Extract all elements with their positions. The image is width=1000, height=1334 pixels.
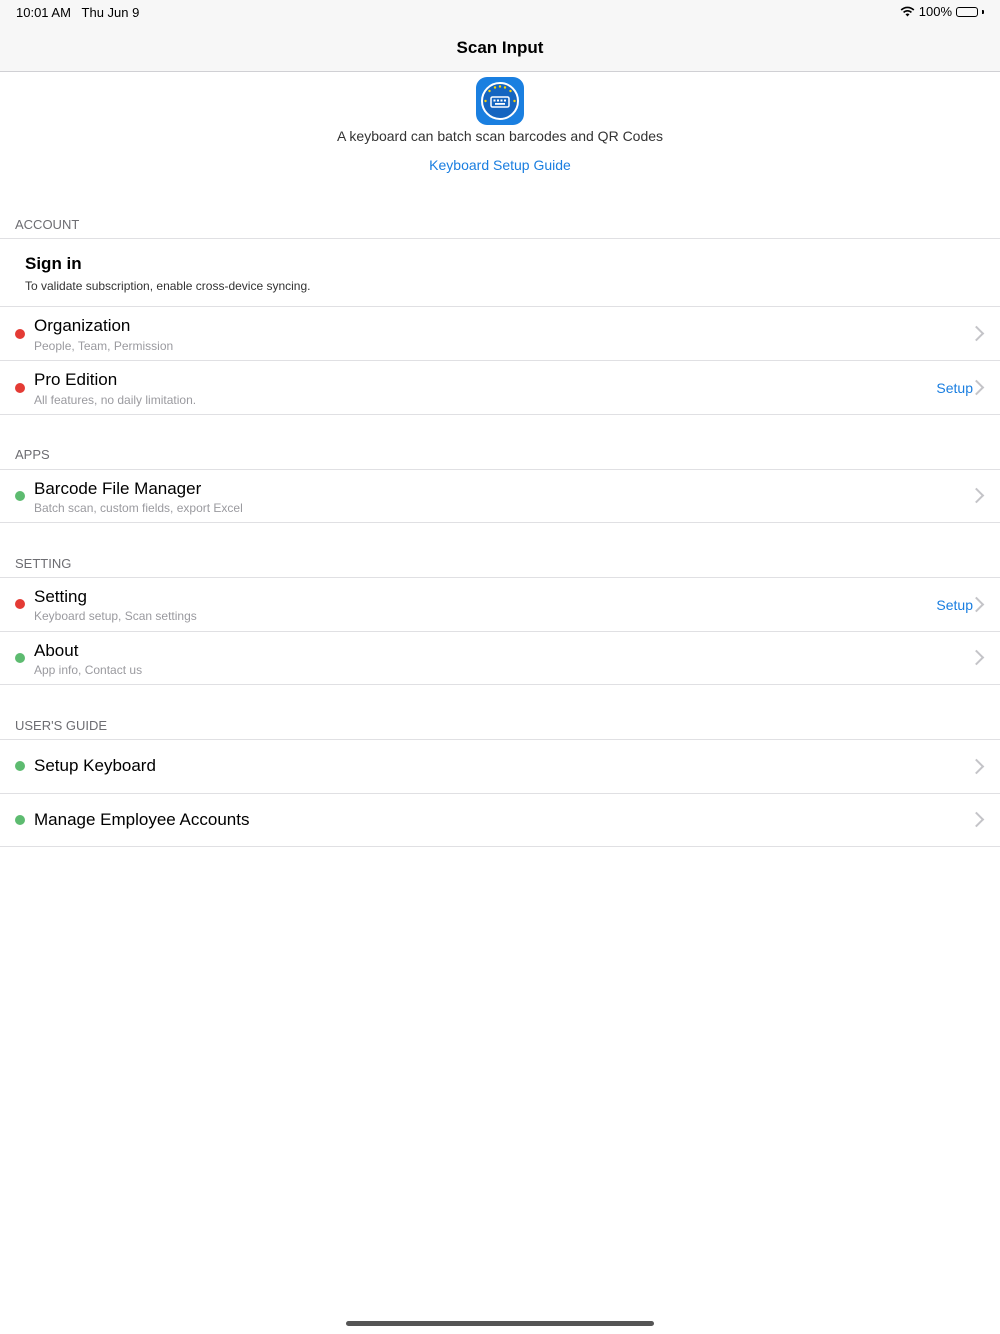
keyboard-setup-guide-link[interactable]: Keyboard Setup Guide <box>0 157 1000 173</box>
row-title: Pro Edition <box>34 370 118 389</box>
wifi-icon <box>900 6 915 17</box>
status-dot-green <box>15 815 25 825</box>
battery-percent: 100% <box>918 4 952 19</box>
battery-icon <box>956 6 978 17</box>
divider <box>0 684 1000 685</box>
row-title: About <box>34 641 79 660</box>
section-title-setting: SETTING <box>15 556 72 571</box>
pro-edition-row[interactable]: Pro Edition All features, no daily limit… <box>0 361 1000 414</box>
nav-title: Scan Input <box>456 38 544 57</box>
status-dot-red <box>15 329 25 339</box>
navigation-bar: Scan Input <box>0 24 1000 72</box>
row-subtitle: App info, Contact us <box>34 663 143 677</box>
row-subtitle: All features, no daily limitation. <box>34 393 197 407</box>
sign-in-title: Sign in <box>25 254 82 273</box>
chevron-right-icon <box>968 487 985 504</box>
about-row[interactable]: About App info, Contact us <box>0 632 1000 684</box>
status-dot-green <box>15 491 25 501</box>
section-title-apps: APPS <box>15 447 50 462</box>
row-subtitle: Keyboard setup, Scan settings <box>34 609 197 623</box>
divider <box>0 522 1000 523</box>
chevron-right-icon <box>968 325 985 342</box>
chevron-right-icon <box>968 758 985 775</box>
row-subtitle: Batch scan, custom fields, export Excel <box>34 501 243 515</box>
home-indicator[interactable] <box>346 1321 654 1326</box>
keyboard-icon <box>481 82 519 120</box>
chevron-right-icon <box>968 811 985 828</box>
status-right: 100% <box>900 4 984 19</box>
barcode-keyboard-app-icon <box>476 77 524 125</box>
row-subtitle: People, Team, Permission <box>34 339 174 353</box>
status-time: 10:01 AM Thu Jun 9 <box>16 5 139 20</box>
setup-keyboard-row[interactable]: Setup Keyboard <box>0 740 1000 793</box>
status-dot-red <box>15 383 25 393</box>
pro-setup-button[interactable]: Setup <box>936 380 973 396</box>
status-bar: 10:01 AM Thu Jun 9 100% <box>0 0 1000 24</box>
setting-setup-button[interactable]: Setup <box>936 597 973 613</box>
app-tagline: A keyboard can batch scan barcodes and Q… <box>336 128 664 144</box>
manage-employee-accounts-row[interactable]: Manage Employee Accounts <box>0 794 1000 846</box>
battery-tip <box>982 9 984 14</box>
section-title-users-guide: USER'S GUIDE <box>15 718 108 733</box>
status-time-text: 10:01 AM <box>16 5 71 20</box>
status-date-text: Thu Jun 9 <box>81 5 140 20</box>
app-header: A keyboard can batch scan barcodes and Q… <box>0 72 1000 212</box>
setting-row[interactable]: Setting Keyboard setup, Scan settings Se… <box>0 578 1000 631</box>
divider <box>0 414 1000 415</box>
status-dot-red <box>15 599 25 609</box>
sign-in-subtitle: To validate subscription, enable cross-d… <box>25 279 311 293</box>
organization-row[interactable]: Organization People, Team, Permission <box>0 307 1000 360</box>
row-title: Organization <box>34 316 131 335</box>
row-title: Barcode File Manager <box>34 479 202 498</box>
sign-in-row[interactable]: Sign in To validate subscription, enable… <box>0 239 1000 306</box>
row-title: Setting <box>34 587 87 606</box>
row-title: Manage Employee Accounts <box>34 810 250 829</box>
barcode-file-manager-row[interactable]: Barcode File Manager Batch scan, custom … <box>0 470 1000 522</box>
divider <box>0 846 1000 847</box>
section-title-account: ACCOUNT <box>15 217 80 232</box>
status-dot-green <box>15 653 25 663</box>
row-title: Setup Keyboard <box>34 756 156 775</box>
chevron-right-icon <box>968 649 985 666</box>
status-dot-green <box>15 761 25 771</box>
